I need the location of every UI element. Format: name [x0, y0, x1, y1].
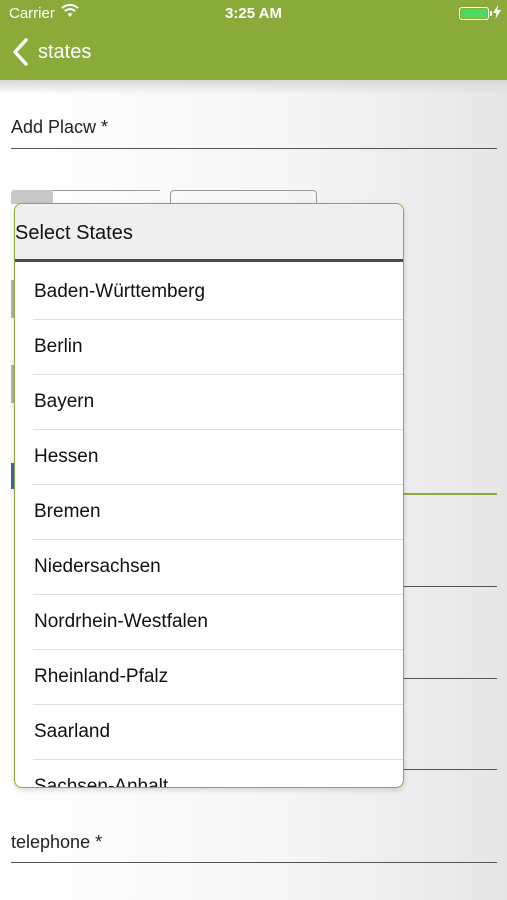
picker-title: Select States: [15, 222, 133, 244]
list-item[interactable]: Rheinland-Pfalz: [33, 650, 403, 705]
nav-shadow: [0, 80, 507, 94]
segment-fragment: [11, 190, 53, 204]
segment-fragment: [53, 190, 160, 203]
picker-header: Select States: [15, 204, 403, 262]
telephone-field[interactable]: telephone *: [11, 832, 497, 863]
list-item[interactable]: Hessen: [33, 430, 403, 485]
state-picker-dialog: Select States Baden-Württemberg Berlin B…: [14, 203, 404, 788]
field-underline: [404, 769, 497, 770]
battery-icon: [459, 7, 492, 20]
add-place-label: Add Placw *: [11, 117, 109, 137]
clock: 3:25 AM: [225, 5, 282, 22]
telephone-label: telephone *: [11, 832, 103, 852]
navigation-bar: states: [0, 26, 507, 80]
segment-fragment: [170, 190, 317, 203]
back-label: states: [38, 40, 92, 63]
add-place-field[interactable]: Add Placw *: [11, 117, 497, 149]
list-item[interactable]: Nordrhein-Westfalen: [33, 595, 403, 650]
list-item[interactable]: Niedersachsen: [33, 540, 403, 595]
back-button[interactable]: states: [12, 36, 91, 68]
list-item[interactable]: Baden-Württemberg: [33, 265, 403, 320]
list-item[interactable]: Bayern: [33, 375, 403, 430]
list-item[interactable]: Berlin: [33, 320, 403, 375]
charging-icon: [493, 5, 501, 19]
list-item[interactable]: Sachsen-Anhalt: [33, 760, 403, 787]
field-underline: [404, 493, 497, 495]
field-underline: [404, 678, 497, 679]
status-bar: Carrier 3:25 AM: [0, 0, 507, 26]
list-item[interactable]: Saarland: [33, 705, 403, 760]
chevron-left-icon: [13, 38, 28, 66]
list-item[interactable]: Bremen: [33, 485, 403, 540]
state-list[interactable]: Baden-Württemberg Berlin Bayern Hessen B…: [15, 265, 403, 787]
field-underline: [404, 586, 497, 587]
